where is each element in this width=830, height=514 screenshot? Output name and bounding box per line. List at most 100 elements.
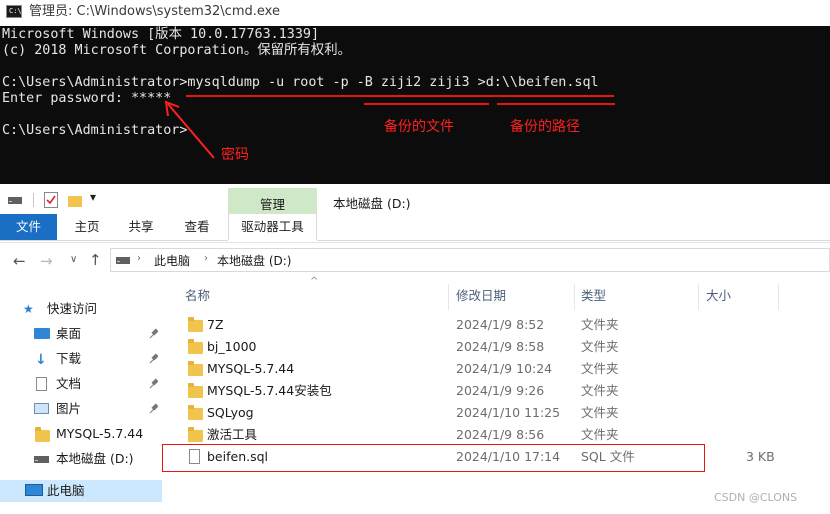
column-separator[interactable] — [574, 284, 575, 310]
column-header-name[interactable]: 名称 — [185, 288, 210, 304]
file-name: MYSQL-5.7.44 — [207, 361, 295, 376]
breadcrumb-chevron-icon: › — [137, 253, 141, 264]
file-modified: 2024/1/9 8:58 — [456, 339, 545, 354]
breadcrumb-drive-d[interactable]: 本地磁盘 (D:) — [217, 252, 291, 269]
download-icon: ↓ — [35, 352, 47, 368]
console-line-command: C:\Users\Administrator>mysqldump -u root… — [2, 75, 599, 90]
column-separator[interactable] — [448, 284, 449, 310]
file-name: 激活工具 — [207, 427, 258, 442]
star-icon: ★ — [23, 302, 34, 316]
address-bar[interactable]: › 此电脑 › 本地磁盘 (D:) — [110, 248, 830, 272]
desktop-icon — [34, 328, 50, 339]
window-location-title: 本地磁盘 (D:) — [333, 196, 411, 211]
folder-icon — [188, 383, 203, 398]
command-underline — [186, 95, 614, 97]
sort-ascending-icon: ^ — [310, 276, 319, 287]
folder-icon — [188, 361, 203, 376]
nav-item-label: MYSQL-5.7.44 — [56, 426, 144, 441]
tab-file[interactable]: 文件 — [0, 214, 57, 240]
forward-icon[interactable]: → — [40, 252, 53, 270]
file-modified: 2024/1/9 10:24 — [456, 361, 553, 376]
nav-item-downloads[interactable]: ↓ 下载 — [0, 348, 164, 370]
annotation-password: 密码 — [221, 147, 249, 163]
nav-item-this-pc[interactable]: 此电脑 — [0, 480, 162, 502]
file-type: 文件夹 — [581, 361, 619, 376]
console-line-copyright: (c) 2018 Microsoft Corporation。保留所有权利。 — [2, 43, 351, 58]
column-header-modified[interactable]: 修改日期 — [456, 288, 506, 304]
pin-icon[interactable] — [148, 328, 158, 340]
back-icon[interactable]: ← — [13, 252, 26, 270]
nav-item-label: 此电脑 — [47, 483, 85, 498]
file-type: 文件夹 — [581, 339, 619, 354]
quick-access-toolbar: ▾ — [0, 186, 830, 214]
column-separator[interactable] — [778, 284, 779, 310]
highlight-box — [162, 444, 705, 472]
pin-icon[interactable] — [148, 378, 158, 390]
qat-dropdown-icon[interactable]: ▾ — [90, 190, 96, 204]
cmd-window-title: 管理员: C:\Windows\system32\cmd.exe — [29, 4, 280, 19]
tab-home[interactable]: 主页 — [62, 214, 112, 240]
file-name: 7Z — [207, 317, 224, 332]
column-header-size[interactable]: 大小 — [706, 288, 731, 304]
file-name: bj_1000 — [207, 339, 257, 354]
tab-view[interactable]: 查看 — [170, 214, 224, 240]
annotation-backup-files: 备份的文件 — [384, 119, 454, 135]
tab-drive-tools[interactable]: 驱动器工具 — [228, 214, 317, 240]
nav-item-documents[interactable]: 文档 — [0, 373, 164, 395]
nav-item-label: 本地磁盘 (D:) — [56, 451, 134, 466]
nav-item-label: 快速访问 — [47, 301, 98, 316]
file-size: 3 KB — [746, 449, 775, 464]
new-folder-icon[interactable] — [68, 196, 82, 207]
nav-item-desktop[interactable]: 桌面 — [0, 323, 164, 345]
console-line-password: Enter password: ***** — [2, 91, 172, 106]
watermark: CSDN @CLONS — [714, 491, 798, 504]
nav-item-mysql-folder[interactable]: MYSQL-5.7.44 — [0, 423, 164, 445]
up-icon[interactable]: ↑ — [89, 251, 102, 269]
column-header-type[interactable]: 类型 — [581, 288, 606, 304]
nav-item-pictures[interactable]: 图片 — [0, 398, 164, 420]
path-underline — [497, 103, 615, 105]
file-row[interactable]: MYSQL-5.7.44安装包 2024/1/9 9:26 文件夹 — [178, 380, 818, 402]
pin-icon[interactable] — [148, 353, 158, 365]
pin-icon[interactable] — [148, 403, 158, 415]
file-type: 文件夹 — [581, 405, 619, 420]
file-type: 文件夹 — [581, 383, 619, 398]
annotation-arrow-icon — [164, 100, 215, 159]
nav-item-quick-access[interactable]: ★ 快速访问 — [0, 298, 164, 320]
cmd-app-icon-text: C:\ — [9, 7, 22, 15]
recent-locations-icon[interactable]: ∨ — [70, 254, 77, 265]
context-tab-group-label: 管理 — [259, 197, 285, 212]
file-modified: 2024/1/10 11:25 — [456, 405, 561, 420]
breadcrumb-this-pc[interactable]: 此电脑 — [154, 252, 190, 269]
pc-icon — [25, 484, 43, 496]
tab-share[interactable]: 共享 — [116, 214, 166, 240]
picture-icon — [34, 403, 49, 414]
files-underline — [364, 103, 489, 105]
toolbar-drive-icon[interactable] — [8, 195, 22, 205]
file-row[interactable]: SQLyog 2024/1/10 11:25 文件夹 — [178, 402, 818, 424]
folder-icon — [188, 317, 203, 332]
folder-icon — [188, 339, 203, 354]
nav-item-drive-d[interactable]: 本地磁盘 (D:) — [0, 448, 164, 470]
file-type: 文件夹 — [581, 427, 619, 442]
toolbar-divider — [33, 193, 34, 207]
file-modified: 2024/1/9 9:26 — [456, 383, 545, 398]
file-row[interactable]: MYSQL-5.7.44 2024/1/9 10:24 文件夹 — [178, 358, 818, 380]
file-row[interactable]: bj_1000 2024/1/9 8:58 文件夹 — [178, 336, 818, 358]
file-modified: 2024/1/9 8:52 — [456, 317, 545, 332]
breadcrumb-chevron-icon: › — [204, 253, 208, 264]
properties-icon[interactable] — [44, 192, 58, 208]
nav-item-label: 桌面 — [56, 326, 82, 341]
column-separator[interactable] — [698, 284, 699, 310]
cmd-console[interactable]: Microsoft Windows [版本 10.0.17763.1339] (… — [0, 26, 830, 184]
nav-item-label: 图片 — [56, 401, 82, 416]
ribbon-divider — [317, 240, 830, 241]
file-type: 文件夹 — [581, 317, 619, 332]
document-icon — [36, 377, 47, 391]
nav-item-label: 文档 — [56, 376, 82, 391]
navigation-pane: ★ 快速访问 桌面 ↓ 下载 文档 图片 MYSQL-5.7.44 本地磁盘 (… — [0, 284, 168, 514]
file-row[interactable]: 7Z 2024/1/9 8:52 文件夹 — [178, 314, 818, 336]
file-row[interactable]: 激活工具 2024/1/9 8:56 文件夹 — [178, 424, 818, 446]
nav-item-label: 下载 — [56, 351, 82, 366]
folder-icon — [188, 427, 203, 442]
